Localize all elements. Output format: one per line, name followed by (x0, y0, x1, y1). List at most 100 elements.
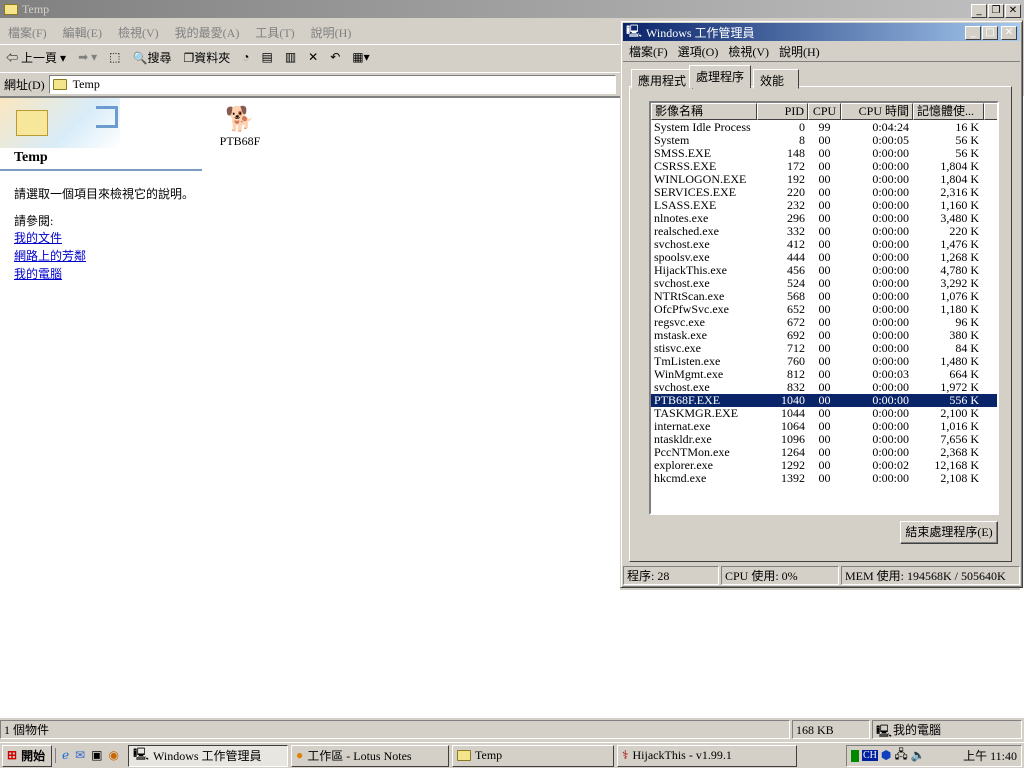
process-cpu: 00 (818, 471, 831, 485)
folder-banner-image (0, 98, 120, 148)
explorer-menu-bar: 檔案(F) 編輯(E) 檢視(V) 我的最愛(A) 工具(T) 說明(H) (0, 20, 620, 42)
large-folder-icon (16, 110, 48, 136)
forward-button[interactable]: ➡ ▾ (78, 50, 97, 65)
explorer-content-lower (620, 590, 1024, 718)
tm-menu-file[interactable]: 檔案(F) (629, 45, 668, 59)
column-mem-usage[interactable]: 記憶體使... (913, 103, 984, 120)
copy-to-icon[interactable]: ▥ (285, 50, 296, 65)
process-mem: 2,108 K (940, 471, 979, 485)
quick-launch: ℯ ✉ ▣ ◉ (55, 748, 125, 763)
end-process-button[interactable]: 結束處理程序(E) (900, 521, 998, 544)
side-hint: 請選取一個項目來檢視它的說明。 (14, 187, 195, 201)
move-to-icon[interactable]: ▤ (261, 50, 272, 65)
taskbar-label: Windows 工作管理員 (153, 749, 262, 763)
tab-applications[interactable]: 應用程式 (631, 69, 694, 89)
ime-indicator[interactable]: CH (862, 750, 878, 761)
column-image-name[interactable]: 影像名稱 (651, 103, 757, 120)
search-button[interactable]: 🔍搜尋 (132, 49, 171, 66)
start-button[interactable]: ⊞ 開始 (2, 744, 52, 767)
task-manager-title-bar[interactable]: 🖳 Windows 工作管理員 _ □ ✕ (623, 23, 1020, 41)
taskbar: ⊞ 開始 ℯ ✉ ▣ ◉ 🖳 Windows 工作管理員 ● 工作區 - Lotus Not… (0, 742, 1024, 768)
process-pid: 1392 (781, 471, 805, 485)
address-label: 網址(D) (4, 78, 45, 92)
process-list[interactable]: 影像名稱 PID CPU CPU 時間 記憶體使... System Idle … (649, 101, 999, 515)
back-label: 上一頁 (21, 51, 58, 65)
task-manager-title: Windows 工作管理員 (646, 25, 755, 40)
volume-icon[interactable]: 🔈 (911, 748, 926, 763)
back-button[interactable]: ⇦ 上一頁 ▾ (6, 49, 66, 66)
undo-icon[interactable]: ↶ (330, 50, 340, 65)
clock: 上午 11:40 (963, 749, 1017, 763)
taskbar-label: Temp (475, 748, 503, 762)
process-name: hkcmd.exe (654, 471, 707, 485)
tm-minimize-button[interactable]: _ (965, 26, 981, 40)
antivirus-icon[interactable]: ⬢ (881, 748, 891, 763)
status-count: 1 個物件 (0, 720, 790, 739)
status-cpu-usage: CPU 使用: 0% (721, 566, 839, 585)
hijackthis-icon: ⚕ (622, 748, 629, 762)
file-name: PTB68F (219, 134, 261, 148)
menu-tools[interactable]: 工具(T) (255, 26, 294, 40)
cpu-meter-icon[interactable] (851, 749, 859, 762)
show-desktop-icon[interactable]: ▣ (91, 748, 102, 763)
status-process-count: 程序: 28 (623, 566, 719, 585)
ie-icon[interactable]: ℯ (62, 748, 69, 763)
taskbar-temp[interactable]: Temp (452, 744, 614, 767)
column-filler (984, 103, 997, 120)
views-icon[interactable]: ▦▾ (352, 50, 369, 65)
link-network-places[interactable]: 網路上的芳鄰 (14, 247, 86, 265)
menu-favorites[interactable]: 我的最愛(A) (175, 26, 240, 40)
menu-view[interactable]: 檢視(V) (118, 26, 159, 40)
history-icon[interactable]: ◔ (242, 50, 249, 65)
up-folder-icon[interactable]: ⬚ (109, 50, 120, 65)
menu-file[interactable]: 檔案(F) (8, 26, 47, 40)
explorer-content: Temp 請選取一個項目來檢視它的說明。 請參閱: 我的文件 網路上的芳鄰 我的… (0, 96, 620, 718)
address-input[interactable]: Temp (48, 75, 616, 94)
lotus-notes-icon: ● (296, 748, 304, 762)
tab-processes[interactable]: 處理程序 (689, 65, 752, 88)
delete-icon[interactable]: ✕ (308, 50, 318, 65)
taskbar-task-manager[interactable]: 🖳 Windows 工作管理員 (128, 744, 288, 767)
process-cpu-time: 0:00:00 (872, 471, 909, 485)
column-pid[interactable]: PID (757, 103, 808, 120)
tm-maximize-button[interactable]: □ (982, 26, 998, 40)
link-my-computer[interactable]: 我的電腦 (14, 265, 86, 283)
folders-label: 資料夾 (194, 51, 231, 65)
network-icon[interactable]: 🖧 (894, 745, 907, 766)
media-player-icon[interactable]: ◉ (109, 748, 119, 763)
explorer-title-bar: Temp (0, 0, 1024, 18)
menu-help[interactable]: 說明(H) (311, 26, 352, 40)
tab-performance[interactable]: 效能 (753, 69, 799, 89)
search-label: 搜尋 (147, 51, 172, 65)
close-button[interactable]: ✕ (1005, 4, 1021, 18)
see-also-label: 請參閱: (14, 214, 54, 228)
address-bar: 網址(D) Temp (0, 72, 620, 96)
tm-menu-bar: 檔案(F) 選項(O) 檢視(V) 說明(H) (629, 43, 836, 60)
address-value: Temp (72, 77, 100, 91)
process-pid: 0 (799, 120, 805, 134)
status-zone-label: 我的電腦 (893, 723, 942, 737)
outlook-icon[interactable]: ✉ (75, 748, 85, 763)
taskbar-lotus-notes[interactable]: ● 工作區 - Lotus Notes (291, 744, 449, 767)
link-my-documents[interactable]: 我的文件 (14, 229, 86, 247)
minimize-button[interactable]: _ (971, 4, 987, 18)
file-item[interactable]: 🐕 PTB68F (215, 106, 265, 149)
title-divider (0, 169, 202, 171)
side-title: Temp (14, 150, 48, 165)
column-cpu[interactable]: CPU (808, 103, 841, 120)
menu-edit[interactable]: 編輯(E) (63, 26, 102, 40)
explorer-title: Temp (22, 1, 50, 16)
task-manager-icon: 🖳 (133, 747, 150, 761)
process-row[interactable]: hkcmd.exe 1392 00 0:00:00 2,108 K (651, 472, 997, 485)
column-cpu-time[interactable]: CPU 時間 (841, 103, 913, 120)
restore-button[interactable]: ❐ (988, 4, 1004, 18)
start-label: 開始 (21, 749, 46, 763)
tm-menu-options[interactable]: 選項(O) (678, 45, 719, 59)
menu-divider (623, 61, 1020, 62)
explorer-window-controls: _ ❐ ✕ (970, 2, 1021, 18)
tm-close-button[interactable]: ✕ (1001, 26, 1017, 40)
taskbar-hijackthis[interactable]: ⚕ HijackThis - v1.99.1 (617, 744, 797, 767)
folders-button[interactable]: ❐資料夾 (183, 49, 230, 66)
tm-menu-help[interactable]: 說明(H) (779, 45, 820, 59)
tm-menu-view[interactable]: 檢視(V) (728, 45, 769, 59)
